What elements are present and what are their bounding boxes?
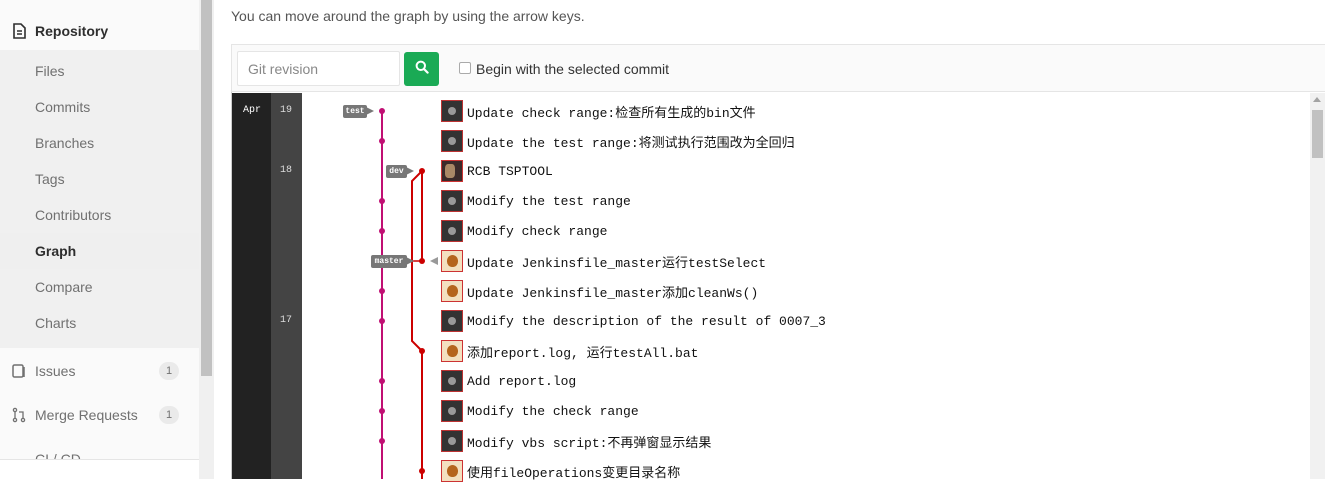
commit-row[interactable]: Modify the check range xyxy=(441,400,639,422)
avatar xyxy=(441,100,463,122)
commit-message: Add report.log xyxy=(467,373,577,389)
avatar xyxy=(441,370,463,392)
branch-tag[interactable]: dev xyxy=(386,165,407,178)
commit-row[interactable]: Modify vbs script:不再弹窗显示结果 xyxy=(441,430,711,452)
commit-row[interactable]: Modify the description of the result of … xyxy=(441,310,826,332)
avatar xyxy=(441,190,463,212)
commit-message: Update check range:检查所有生成的bin文件 xyxy=(467,105,756,121)
commit-message: Update Jenkinsfile_master添加cleanWs() xyxy=(467,285,759,301)
branch-tag[interactable]: test xyxy=(343,105,367,118)
commit-message: Modify vbs script:不再弹窗显示结果 xyxy=(467,435,712,451)
avatar xyxy=(441,310,463,332)
commit-row[interactable]: Modify the test range xyxy=(441,190,631,212)
commit-message: Modify check range xyxy=(467,223,608,239)
commit-row[interactable]: Update Jenkinsfile_master添加cleanWs() xyxy=(441,280,758,302)
commit-row[interactable]: RCB TSPTOOL xyxy=(441,160,553,182)
commit-row[interactable]: Add report.log xyxy=(441,370,576,392)
commit-message: 使用fileOperations变更目录名称 xyxy=(467,465,681,481)
commit-row[interactable]: Modify check range xyxy=(441,220,607,242)
avatar xyxy=(441,220,463,242)
commit-row[interactable]: 添加report.log, 运行testAll.bat xyxy=(441,340,698,362)
avatar xyxy=(441,160,463,182)
avatar xyxy=(441,400,463,422)
commit-message: Modify the test range xyxy=(467,193,631,209)
commit-message: RCB TSPTOOL xyxy=(467,163,553,179)
avatar xyxy=(441,430,463,452)
branch-tag[interactable]: master xyxy=(371,255,407,268)
avatar xyxy=(441,130,463,152)
commit-message: Modify the check range xyxy=(467,403,639,419)
commit-message: Update the test range:将测试执行范围改为全回归 xyxy=(467,135,795,151)
commit-message: 添加report.log, 运行testAll.bat xyxy=(467,345,699,361)
commit-row[interactable]: Update the test range:将测试执行范围改为全回归 xyxy=(441,130,795,152)
commit-row[interactable]: Update check range:检查所有生成的bin文件 xyxy=(441,100,756,122)
avatar xyxy=(441,340,463,362)
graph-scrollbar-thumb[interactable] xyxy=(1312,110,1323,158)
avatar xyxy=(441,280,463,302)
commit-row[interactable]: Update Jenkinsfile_master运行testSelect xyxy=(441,250,766,272)
avatar xyxy=(441,250,463,272)
commit-message: Update Jenkinsfile_master运行testSelect xyxy=(467,255,767,271)
scroll-up-icon[interactable] xyxy=(1313,97,1321,102)
commit-message: Modify the description of the result of … xyxy=(467,313,826,329)
branch-lines xyxy=(366,107,438,479)
